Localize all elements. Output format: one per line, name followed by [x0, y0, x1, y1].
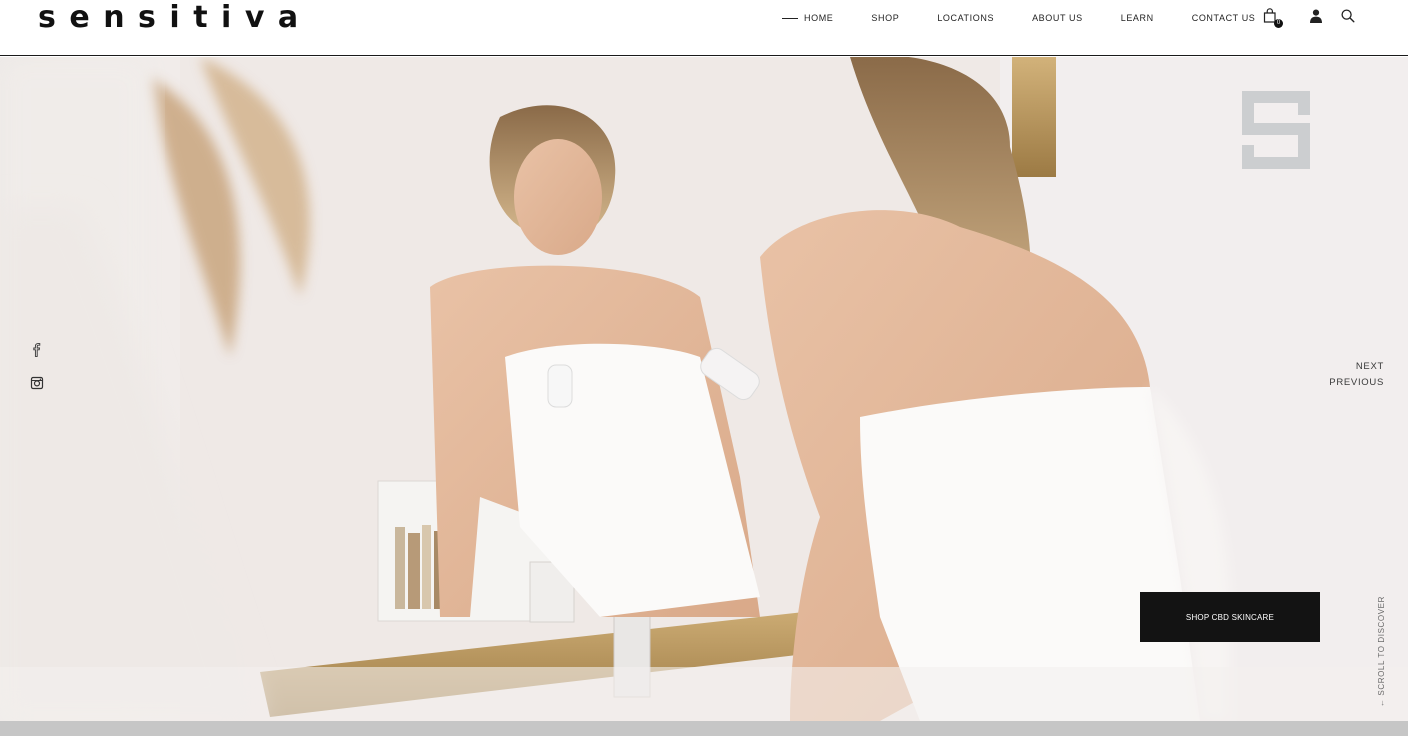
site-header: sensitiva HOME SHOP LOCATIONS ABOUT US L…: [0, 0, 1408, 56]
shop-cbd-skincare-button[interactable]: SHOP CBD SKINCARE: [1140, 592, 1320, 642]
cart-count-badge: 0: [1274, 19, 1283, 28]
page-bottom-strip: [0, 721, 1408, 736]
search-icon: [1341, 9, 1355, 23]
nav-item-contact-us[interactable]: CONTACT US: [1192, 13, 1256, 23]
facebook-link[interactable]: [30, 343, 44, 357]
account-button[interactable]: [1308, 8, 1326, 26]
instagram-icon: [30, 376, 44, 390]
nav-item-home[interactable]: HOME: [804, 13, 833, 23]
user-icon: [1310, 9, 1322, 23]
cart-button[interactable]: 0: [1262, 8, 1283, 28]
search-button[interactable]: [1340, 8, 1358, 26]
scroll-to-discover-label: ← SCROLL TO DISCOVER: [1377, 596, 1386, 707]
active-nav-indicator: [782, 17, 798, 19]
brand-logo[interactable]: sensitiva: [38, 1, 312, 35]
facebook-icon: [33, 343, 41, 357]
next-slide-button[interactable]: NEXT: [1356, 361, 1384, 372]
instagram-link[interactable]: [30, 376, 44, 390]
hero-slider: NEXT PREVIOUS SHOP CBD SKINCARE ← SCROLL…: [0, 57, 1408, 721]
nav-item-learn[interactable]: LEARN: [1121, 13, 1154, 23]
nav-item-shop[interactable]: SHOP: [871, 13, 899, 23]
nav-item-locations[interactable]: LOCATIONS: [937, 13, 994, 23]
brand-monogram-logo: [1242, 91, 1310, 169]
main-nav: HOME SHOP LOCATIONS ABOUT US LEARN CONTA…: [782, 11, 1255, 25]
previous-slide-button[interactable]: PREVIOUS: [1329, 377, 1384, 388]
nav-item-about-us[interactable]: ABOUT US: [1032, 13, 1083, 23]
